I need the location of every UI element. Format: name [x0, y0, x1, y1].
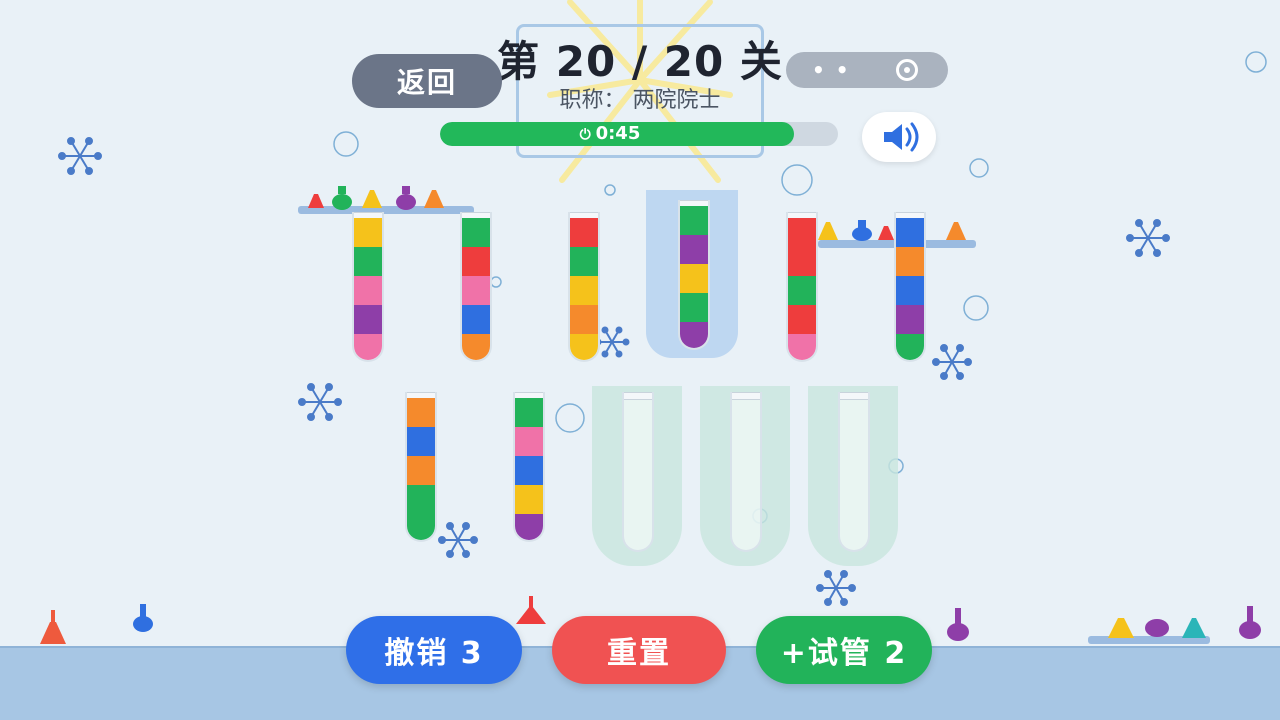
- liquid-layer-blue: [407, 427, 435, 456]
- liquid-layer-yellow: [570, 276, 598, 305]
- liquid-layer-orange: [570, 305, 598, 334]
- liquid-layer-red: [788, 218, 816, 247]
- liquid-layer-pink: [354, 276, 382, 305]
- tube-lip: [840, 392, 868, 400]
- liquid-layer-blue: [462, 305, 490, 334]
- tube-1[interactable]: [352, 212, 384, 362]
- liquid-layer-yellow: [515, 485, 543, 514]
- liquid-layer-green: [680, 293, 708, 322]
- tube-11[interactable]: [838, 392, 870, 552]
- tube-10[interactable]: [730, 392, 762, 552]
- liquid-layer-yellow: [570, 334, 598, 360]
- tube-7[interactable]: [405, 392, 437, 542]
- liquid-layer-red: [788, 305, 816, 334]
- tube-lip: [732, 392, 760, 400]
- liquid-layer-pink: [354, 334, 382, 360]
- liquid-layer-red: [570, 218, 598, 247]
- tube-4[interactable]: [678, 200, 710, 350]
- liquid-layer-green: [407, 514, 435, 540]
- liquid-layer-purple: [515, 514, 543, 540]
- tube-3[interactable]: [568, 212, 600, 362]
- liquid-layer-green: [354, 247, 382, 276]
- liquid-layer-red: [788, 247, 816, 276]
- flasks-left: [308, 186, 444, 210]
- liquid-layer-orange: [407, 456, 435, 485]
- tube-2[interactable]: [460, 212, 492, 362]
- liquid-layer-blue: [896, 218, 924, 247]
- liquid-layer-pink: [788, 334, 816, 360]
- add-tube-button[interactable]: +试管 2: [756, 616, 932, 684]
- liquid-layer-green: [462, 218, 490, 247]
- tube-6[interactable]: [894, 212, 926, 362]
- reset-button[interactable]: 重置: [552, 616, 726, 684]
- tube-5[interactable]: [786, 212, 818, 362]
- liquid-layer-orange: [896, 247, 924, 276]
- liquid-layer-green: [407, 485, 435, 514]
- liquid-layer-purple: [680, 322, 708, 348]
- liquid-layer-purple: [896, 305, 924, 334]
- liquid-layer-yellow: [680, 264, 708, 293]
- liquid-layer-blue: [896, 276, 924, 305]
- liquid-layer-green: [788, 276, 816, 305]
- liquid-layer-blue: [515, 456, 543, 485]
- liquid-layer-purple: [680, 235, 708, 264]
- liquid-layer-green: [680, 206, 708, 235]
- liquid-layer-orange: [407, 398, 435, 427]
- liquid-layer-green: [515, 398, 543, 427]
- undo-button[interactable]: 撤销 3: [346, 616, 522, 684]
- game-stage: 第 20 / 20 关 职称： 两院院士 返回 • • ⏻ 0:45 撤销 3 …: [0, 0, 1280, 720]
- liquid-layer-pink: [462, 276, 490, 305]
- liquid-layer-green: [570, 247, 598, 276]
- tube-lip: [624, 392, 652, 400]
- liquid-layer-yellow: [354, 218, 382, 247]
- liquid-layer-purple: [354, 305, 382, 334]
- liquid-layer-red: [462, 247, 490, 276]
- tube-8[interactable]: [513, 392, 545, 542]
- liquid-layer-pink: [515, 427, 543, 456]
- liquid-layer-orange: [462, 334, 490, 360]
- liquid-layer-green: [896, 334, 924, 360]
- tube-9[interactable]: [622, 392, 654, 552]
